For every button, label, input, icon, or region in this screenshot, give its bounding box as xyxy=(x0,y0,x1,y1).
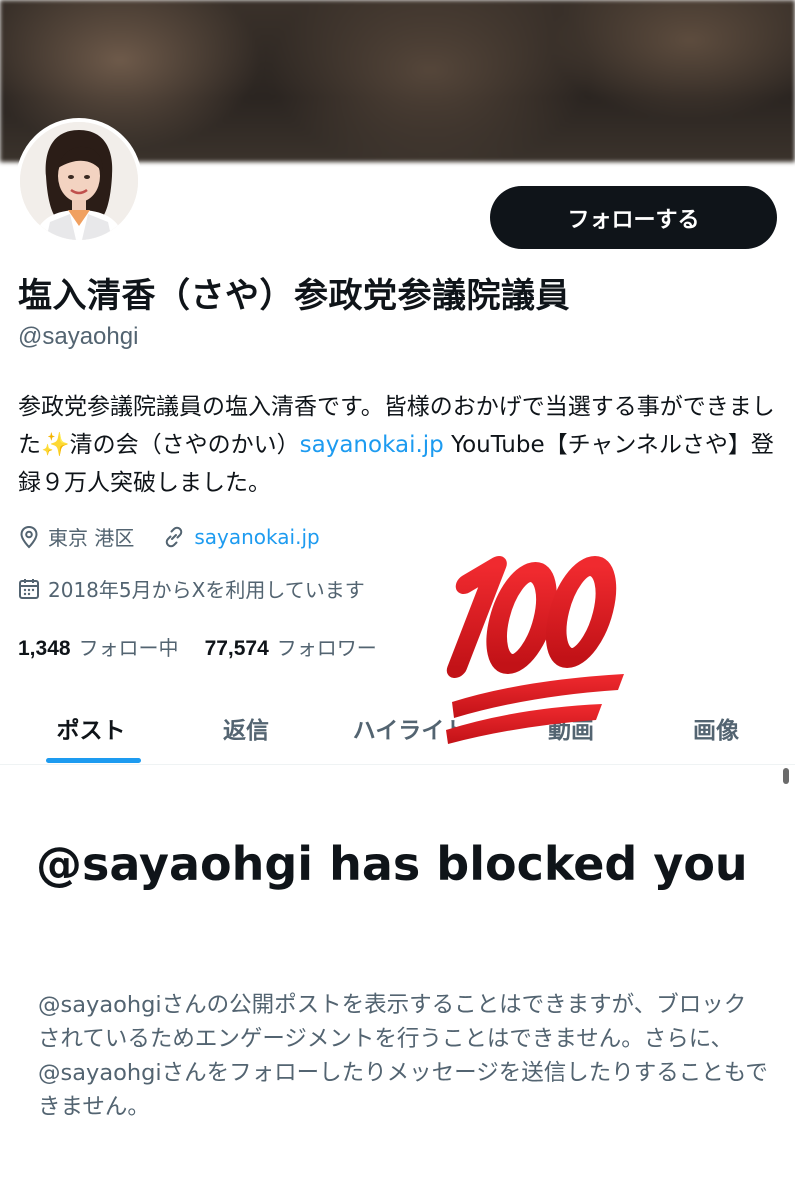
tab-media[interactable]: 画像 xyxy=(650,690,782,765)
tab-posts[interactable]: ポスト xyxy=(20,690,162,765)
active-tab-indicator xyxy=(46,758,141,763)
bio-text-part2: 清の会（さやのかい） xyxy=(69,432,300,458)
profile-tabs: ポスト 返信 ハイライト 動画 画像 xyxy=(0,690,795,765)
following-count[interactable]: 1,348 xyxy=(18,637,71,661)
blocked-title: @sayaohgi has blocked you xyxy=(36,837,748,891)
profile-joined-date: 2018年5月からXを利用しています xyxy=(48,578,365,602)
profile-bio: 参政党参議院議員の塩入清香です。皆様のおかげで当選する事ができました✨清の会（さ… xyxy=(18,388,788,502)
link-icon xyxy=(162,525,186,549)
calendar-icon xyxy=(18,577,40,601)
avatar-photo xyxy=(20,122,138,240)
location-pin-icon xyxy=(18,525,40,549)
tab-replies[interactable]: 返信 xyxy=(180,690,312,765)
sparkles-emoji: ✨ xyxy=(41,432,70,458)
hundred-points-emoji-icon xyxy=(446,556,624,744)
followers-label[interactable]: フォロワー xyxy=(277,632,377,661)
profile-website-link[interactable]: sayanokai.jp xyxy=(194,525,319,549)
profile-location: 東京 港区 xyxy=(48,526,135,550)
follow-button[interactable]: フォローする xyxy=(490,186,777,249)
profile-display-name: 塩入清香（さや）参政党参議院議員 xyxy=(18,276,570,316)
followers-count[interactable]: 77,574 xyxy=(205,637,269,661)
following-label[interactable]: フォロー中 xyxy=(79,632,179,661)
profile-meta-row: 東京 港区 sayanokai.jp xyxy=(18,522,320,551)
profile-joined-row: 2018年5月からXを利用しています xyxy=(18,574,365,603)
scrollbar-thumb[interactable] xyxy=(783,768,789,784)
profile-stats: 1,348 フォロー中 77,574 フォロワー xyxy=(18,632,377,661)
profile-handle: @sayaohgi xyxy=(18,323,139,350)
profile-avatar[interactable] xyxy=(16,118,142,244)
bio-link[interactable]: sayanokai.jp xyxy=(300,432,444,458)
blocked-description: @sayaohgiさんの公開ポストを表示することはできますが、ブロックされている… xyxy=(38,992,768,1120)
